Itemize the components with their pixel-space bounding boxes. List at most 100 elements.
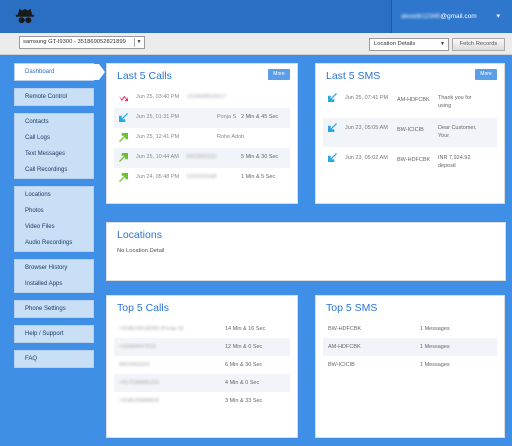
- sms-date: Jun 23, 05:05 AM: [345, 125, 388, 131]
- sidebar-item-call-recordings[interactable]: Call Recordings: [15, 162, 93, 178]
- last-calls-card: Last 5 Calls More Jun 25, 03:40 PM +91866…: [106, 63, 298, 204]
- chevron-down-icon: ▼: [134, 38, 143, 47]
- fetch-records-button[interactable]: Fetch Records: [452, 38, 505, 51]
- sidebar-item-video-files[interactable]: Video Files: [15, 219, 93, 235]
- account-email-local: akoodir12345: [401, 13, 441, 20]
- call-contact-name: Rohe Adob: [217, 134, 245, 140]
- call-number: 9903960333: [186, 154, 217, 160]
- incoming-call-arrow-icon: [119, 113, 128, 122]
- chevron-down-icon[interactable]: ▾: [496, 12, 500, 20]
- sidebar-item-help-support[interactable]: Help / Support: [15, 326, 93, 342]
- call-contact-name: Pooja S: [217, 114, 237, 120]
- location-select-value: Location Details: [374, 41, 416, 47]
- sms-date: Jun 23, 05:02 AM: [345, 155, 388, 161]
- chevron-down-icon: ▼: [440, 41, 445, 47]
- last-sms-more-button[interactable]: More: [475, 69, 497, 80]
- call-date: Jun 25, 10:44 AM: [136, 154, 179, 160]
- call-row[interactable]: Jun 25, 10:44 AM 9903960333 5 Min & 30 Sec: [114, 148, 290, 168]
- top-call-duration: 12 Min & 0 Sec: [225, 344, 263, 350]
- sidebar-item-locations[interactable]: Locations: [15, 187, 93, 203]
- last-calls-more-button[interactable]: More: [268, 69, 290, 80]
- sidebar-item-remote-control[interactable]: Remote Control: [15, 89, 93, 105]
- top-call-row: +918025688839 3 Min & 33 Sec: [114, 392, 290, 410]
- top-sms-count: 1 Messages: [420, 362, 450, 368]
- sms-message-preview: Thank you for using: [438, 95, 472, 109]
- sidebar-item-dashboard[interactable]: Dashboard: [15, 64, 105, 80]
- sidebar-group: FAQ: [14, 350, 94, 368]
- top-bar: akoodir12345@gmail.com ▾: [0, 0, 512, 33]
- sidebar-group: Contacts Call Logs Text Messages Call Recor…: [14, 113, 94, 179]
- call-row[interactable]: Jun 24, 05:48 PM 1303425448 1 Min & 5 Sec: [114, 168, 290, 188]
- sidebar: Dashboard Remote Control Contacts Call Logs…: [14, 63, 105, 375]
- call-row[interactable]: Jun 25, 01:31 PM Pooja S 2 Min & 45 Sec: [114, 108, 290, 128]
- sidebar-group: Remote Control: [14, 88, 94, 106]
- call-date: Jun 24, 05:48 PM: [136, 174, 180, 180]
- sms-message-preview: Dear Customer, Your: [438, 125, 477, 139]
- top-call-row: +16684447615 12 Min & 0 Sec: [114, 338, 290, 356]
- locations-title: Locations: [117, 229, 162, 241]
- sidebar-group: Dashboard: [14, 63, 105, 81]
- top-call-row: +917038885233 4 Min & 0 Sec: [114, 374, 290, 392]
- location-select[interactable]: Location Details ▼: [369, 38, 449, 51]
- missed-call-arrow-icon: [119, 95, 128, 102]
- outgoing-call-arrow-icon: [119, 153, 128, 162]
- incoming-call-arrow-icon: [328, 93, 337, 102]
- call-date: Jun 25, 12:41 PM: [136, 134, 180, 140]
- outgoing-call-arrow-icon: [119, 133, 128, 142]
- sidebar-item-call-logs[interactable]: Call Logs: [15, 130, 93, 146]
- call-number: 1303425448: [186, 174, 217, 180]
- top-call-row: +918019618289 (Pooja S) 14 Min & 16 Sec: [114, 320, 290, 338]
- top-sms-card: Top 5 SMS BW-HDFCBK 1 Messages AM-HDFCBK 1 …: [315, 295, 505, 438]
- sms-sender: BW-ICICIB: [397, 127, 424, 133]
- sidebar-item-contacts[interactable]: Contacts: [15, 114, 93, 130]
- sms-sender: AM-HDFCBK: [397, 97, 430, 103]
- account-email-domain: @gmail.com: [440, 13, 477, 20]
- top-sms-count: 1 Messages: [420, 326, 450, 332]
- call-date: Jun 25, 03:40 PM: [136, 94, 180, 100]
- locations-card: Locations No Location Detail: [106, 222, 506, 281]
- top-call-number: +918025688839: [119, 398, 159, 404]
- sidebar-item-installed-apps[interactable]: Installed Apps: [15, 276, 93, 292]
- call-duration: 1 Min & 5 Sec: [241, 174, 276, 180]
- sidebar-group: Help / Support: [14, 325, 94, 343]
- call-duration: 5 Min & 30 Sec: [241, 154, 279, 160]
- top-sms-title: Top 5 SMS: [326, 302, 378, 314]
- top-call-duration: 3 Min & 33 Sec: [225, 398, 263, 404]
- sidebar-item-faq[interactable]: FAQ: [15, 351, 93, 367]
- sidebar-group: Locations Photos Video Files Audio Recordin…: [14, 186, 94, 252]
- sidebar-group: Phone Settings: [14, 300, 94, 318]
- outgoing-call-arrow-icon: [119, 173, 128, 182]
- device-select-value: samsung GT-I9300 - 351869052821899: [23, 39, 126, 45]
- sidebar-item-photos[interactable]: Photos: [15, 203, 93, 219]
- last-sms-card: Last 5 SMS More Jun 25, 07:41 PM AM-HDFCB…: [315, 63, 505, 204]
- sidebar-item-browser-history[interactable]: Browser History: [15, 260, 93, 276]
- sms-row[interactable]: Jun 23, 05:05 AM BW-ICICIB Dear Customer, …: [323, 118, 497, 147]
- top-call-duration: 4 Min & 0 Sec: [225, 380, 260, 386]
- top-call-number: +918019618289 (Pooja S): [119, 326, 184, 332]
- account-menu[interactable]: akoodir12345@gmail.com ▾: [391, 0, 512, 33]
- top-sms-row: BW-HDFCBK 1 Messages: [323, 320, 497, 338]
- sms-sender: BW-HDFCBK: [397, 157, 431, 163]
- top-call-duration: 6 Min & 30 Sec: [225, 362, 263, 368]
- top-call-duration: 14 Min & 16 Sec: [225, 326, 266, 332]
- top-sms-sender: BW-ICICIB: [328, 362, 355, 368]
- sidebar-item-audio-recordings[interactable]: Audio Recordings: [15, 235, 93, 251]
- top-calls-card: Top 5 Calls +918019618289 (Pooja S) 14 Mi…: [106, 295, 298, 438]
- call-date: Jun 25, 01:31 PM: [136, 114, 180, 120]
- call-row[interactable]: Jun 25, 03:40 PM +918668534617: [114, 88, 290, 108]
- device-select[interactable]: samsung GT-I9300 - 351869052821899 ▼: [19, 36, 145, 49]
- sms-row[interactable]: Jun 23, 05:02 AM BW-HDFCBK INR 7,924.92 de…: [323, 148, 497, 177]
- sms-row[interactable]: Jun 25, 07:41 PM AM-HDFCBK Thank you for u…: [323, 88, 497, 117]
- top-sms-sender: AM-HDFCBK: [328, 344, 361, 350]
- top-call-row: 9903960333 6 Min & 30 Sec: [114, 356, 290, 374]
- toolbar: samsung GT-I9300 - 351869052821899 ▼ Loc…: [0, 33, 512, 55]
- top-call-number: +917038885233: [119, 380, 159, 386]
- sidebar-item-text-messages[interactable]: Text Messages: [15, 146, 93, 162]
- call-row[interactable]: Jun 25, 12:41 PM Rohe Adob: [114, 128, 290, 148]
- top-sms-row: BW-ICICIB 1 Messages: [323, 356, 497, 374]
- top-calls-title: Top 5 Calls: [117, 302, 169, 314]
- call-duration: 2 Min & 45 Sec: [241, 114, 279, 120]
- sidebar-item-phone-settings[interactable]: Phone Settings: [15, 301, 93, 317]
- sidebar-group: Browser History Installed Apps: [14, 259, 94, 293]
- incoming-call-arrow-icon: [328, 123, 337, 132]
